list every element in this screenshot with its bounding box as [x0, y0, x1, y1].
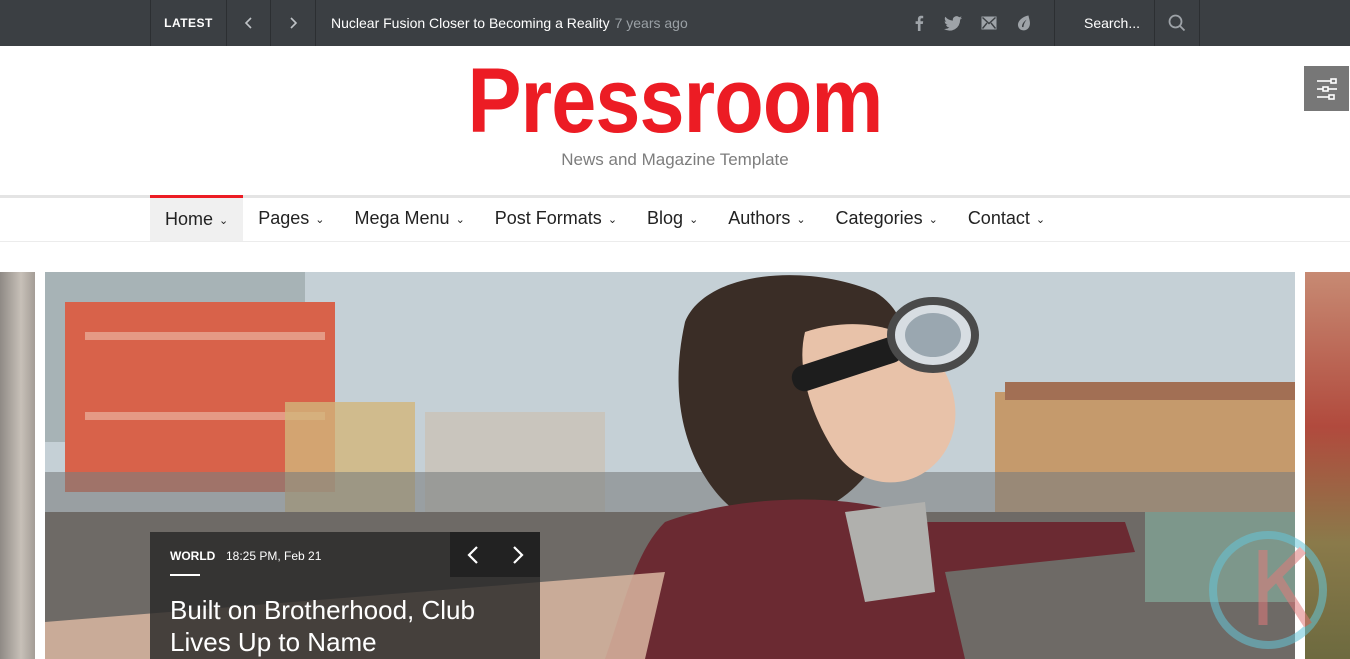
- chevron-down-icon: ⌄: [455, 213, 465, 226]
- chevron-down-icon: ⌄: [607, 213, 618, 226]
- watermark-logo: [1209, 531, 1327, 649]
- menu-item-contact[interactable]: Contact ⌄: [953, 195, 1060, 241]
- caption-underline: [170, 574, 200, 576]
- mail-icon[interactable]: [978, 12, 1000, 34]
- ticker-next-button[interactable]: [270, 0, 316, 46]
- menu-item-label: Blog: [647, 207, 684, 228]
- menu-item-post-formats[interactable]: Post Formats ⌄: [480, 195, 632, 241]
- menu-item-label: Categories: [835, 207, 923, 228]
- chevron-down-icon: ⌄: [315, 213, 325, 226]
- top-bar: LATEST Nuclear Fusion Closer to Becoming…: [0, 0, 1350, 46]
- ticker-prev-button[interactable]: [226, 0, 270, 46]
- chevron-right-icon: [512, 545, 524, 564]
- style-settings-button[interactable]: [1304, 66, 1349, 111]
- ticker-headline-text[interactable]: Nuclear Fusion Closer to Becoming a Real…: [331, 15, 610, 31]
- search-input[interactable]: Search...: [1054, 0, 1154, 46]
- chevron-down-icon: ⌄: [928, 213, 938, 226]
- chevron-down-icon: ⌄: [1035, 213, 1046, 226]
- menu-item-home[interactable]: Home ⌄: [150, 195, 244, 241]
- menu-item-blog[interactable]: Blog ⌄: [632, 195, 713, 241]
- ticker-headline[interactable]: Nuclear Fusion Closer to Becoming a Real…: [331, 0, 688, 46]
- search-icon: [1168, 14, 1186, 32]
- twitter-icon[interactable]: [942, 12, 964, 34]
- slide-date: 18:25 PM, Feb 21: [226, 549, 322, 563]
- menu-item-mega-menu[interactable]: Mega Menu ⌄: [340, 195, 480, 241]
- menu-item-pages[interactable]: Pages ⌄: [243, 195, 339, 241]
- site-tagline: News and Magazine Template: [561, 150, 789, 169]
- chevron-right-icon: [290, 17, 298, 29]
- settings-sliders-icon: [1316, 77, 1337, 100]
- menu-item-label: Pages: [258, 207, 310, 228]
- slide-category[interactable]: WORLD: [170, 549, 215, 563]
- menu-item-categories[interactable]: Categories ⌄: [821, 195, 953, 241]
- slide-title[interactable]: Built on Brotherhood, Club Lives Up to N…: [170, 594, 510, 658]
- menu-item-label: Home: [165, 209, 214, 229]
- search-button[interactable]: [1154, 0, 1200, 46]
- chevron-left-icon: [244, 17, 252, 29]
- menu-item-label: Contact: [967, 207, 1030, 228]
- chevron-down-icon: ⌄: [689, 213, 699, 226]
- ticker-time-ago: 7 years ago: [614, 15, 688, 31]
- menu-item-authors[interactable]: Authors ⌄: [713, 195, 820, 241]
- facebook-icon[interactable]: [908, 12, 930, 34]
- menu-bottom-border: [0, 241, 1350, 242]
- chevron-down-icon: ⌄: [219, 215, 229, 227]
- site-logo[interactable]: Pressroom: [81, 55, 1269, 147]
- slide-next-button[interactable]: [495, 532, 540, 577]
- slide-nav: [450, 532, 540, 577]
- chevron-left-icon: [466, 545, 478, 564]
- slider-prev-slide-preview[interactable]: [0, 272, 35, 659]
- menu-item-label: Post Formats: [494, 207, 602, 228]
- main-menu: Home ⌄ Pages ⌄ Mega Menu ⌄ Post Formats ⌄ Bl…: [150, 195, 1060, 241]
- menu-item-label: Authors: [728, 207, 791, 228]
- menu-item-label: Mega Menu: [354, 207, 450, 228]
- chevron-down-icon: ⌄: [796, 213, 806, 226]
- envato-icon[interactable]: [1013, 12, 1035, 34]
- latest-label: LATEST: [150, 0, 226, 46]
- slide-prev-button[interactable]: [450, 532, 495, 577]
